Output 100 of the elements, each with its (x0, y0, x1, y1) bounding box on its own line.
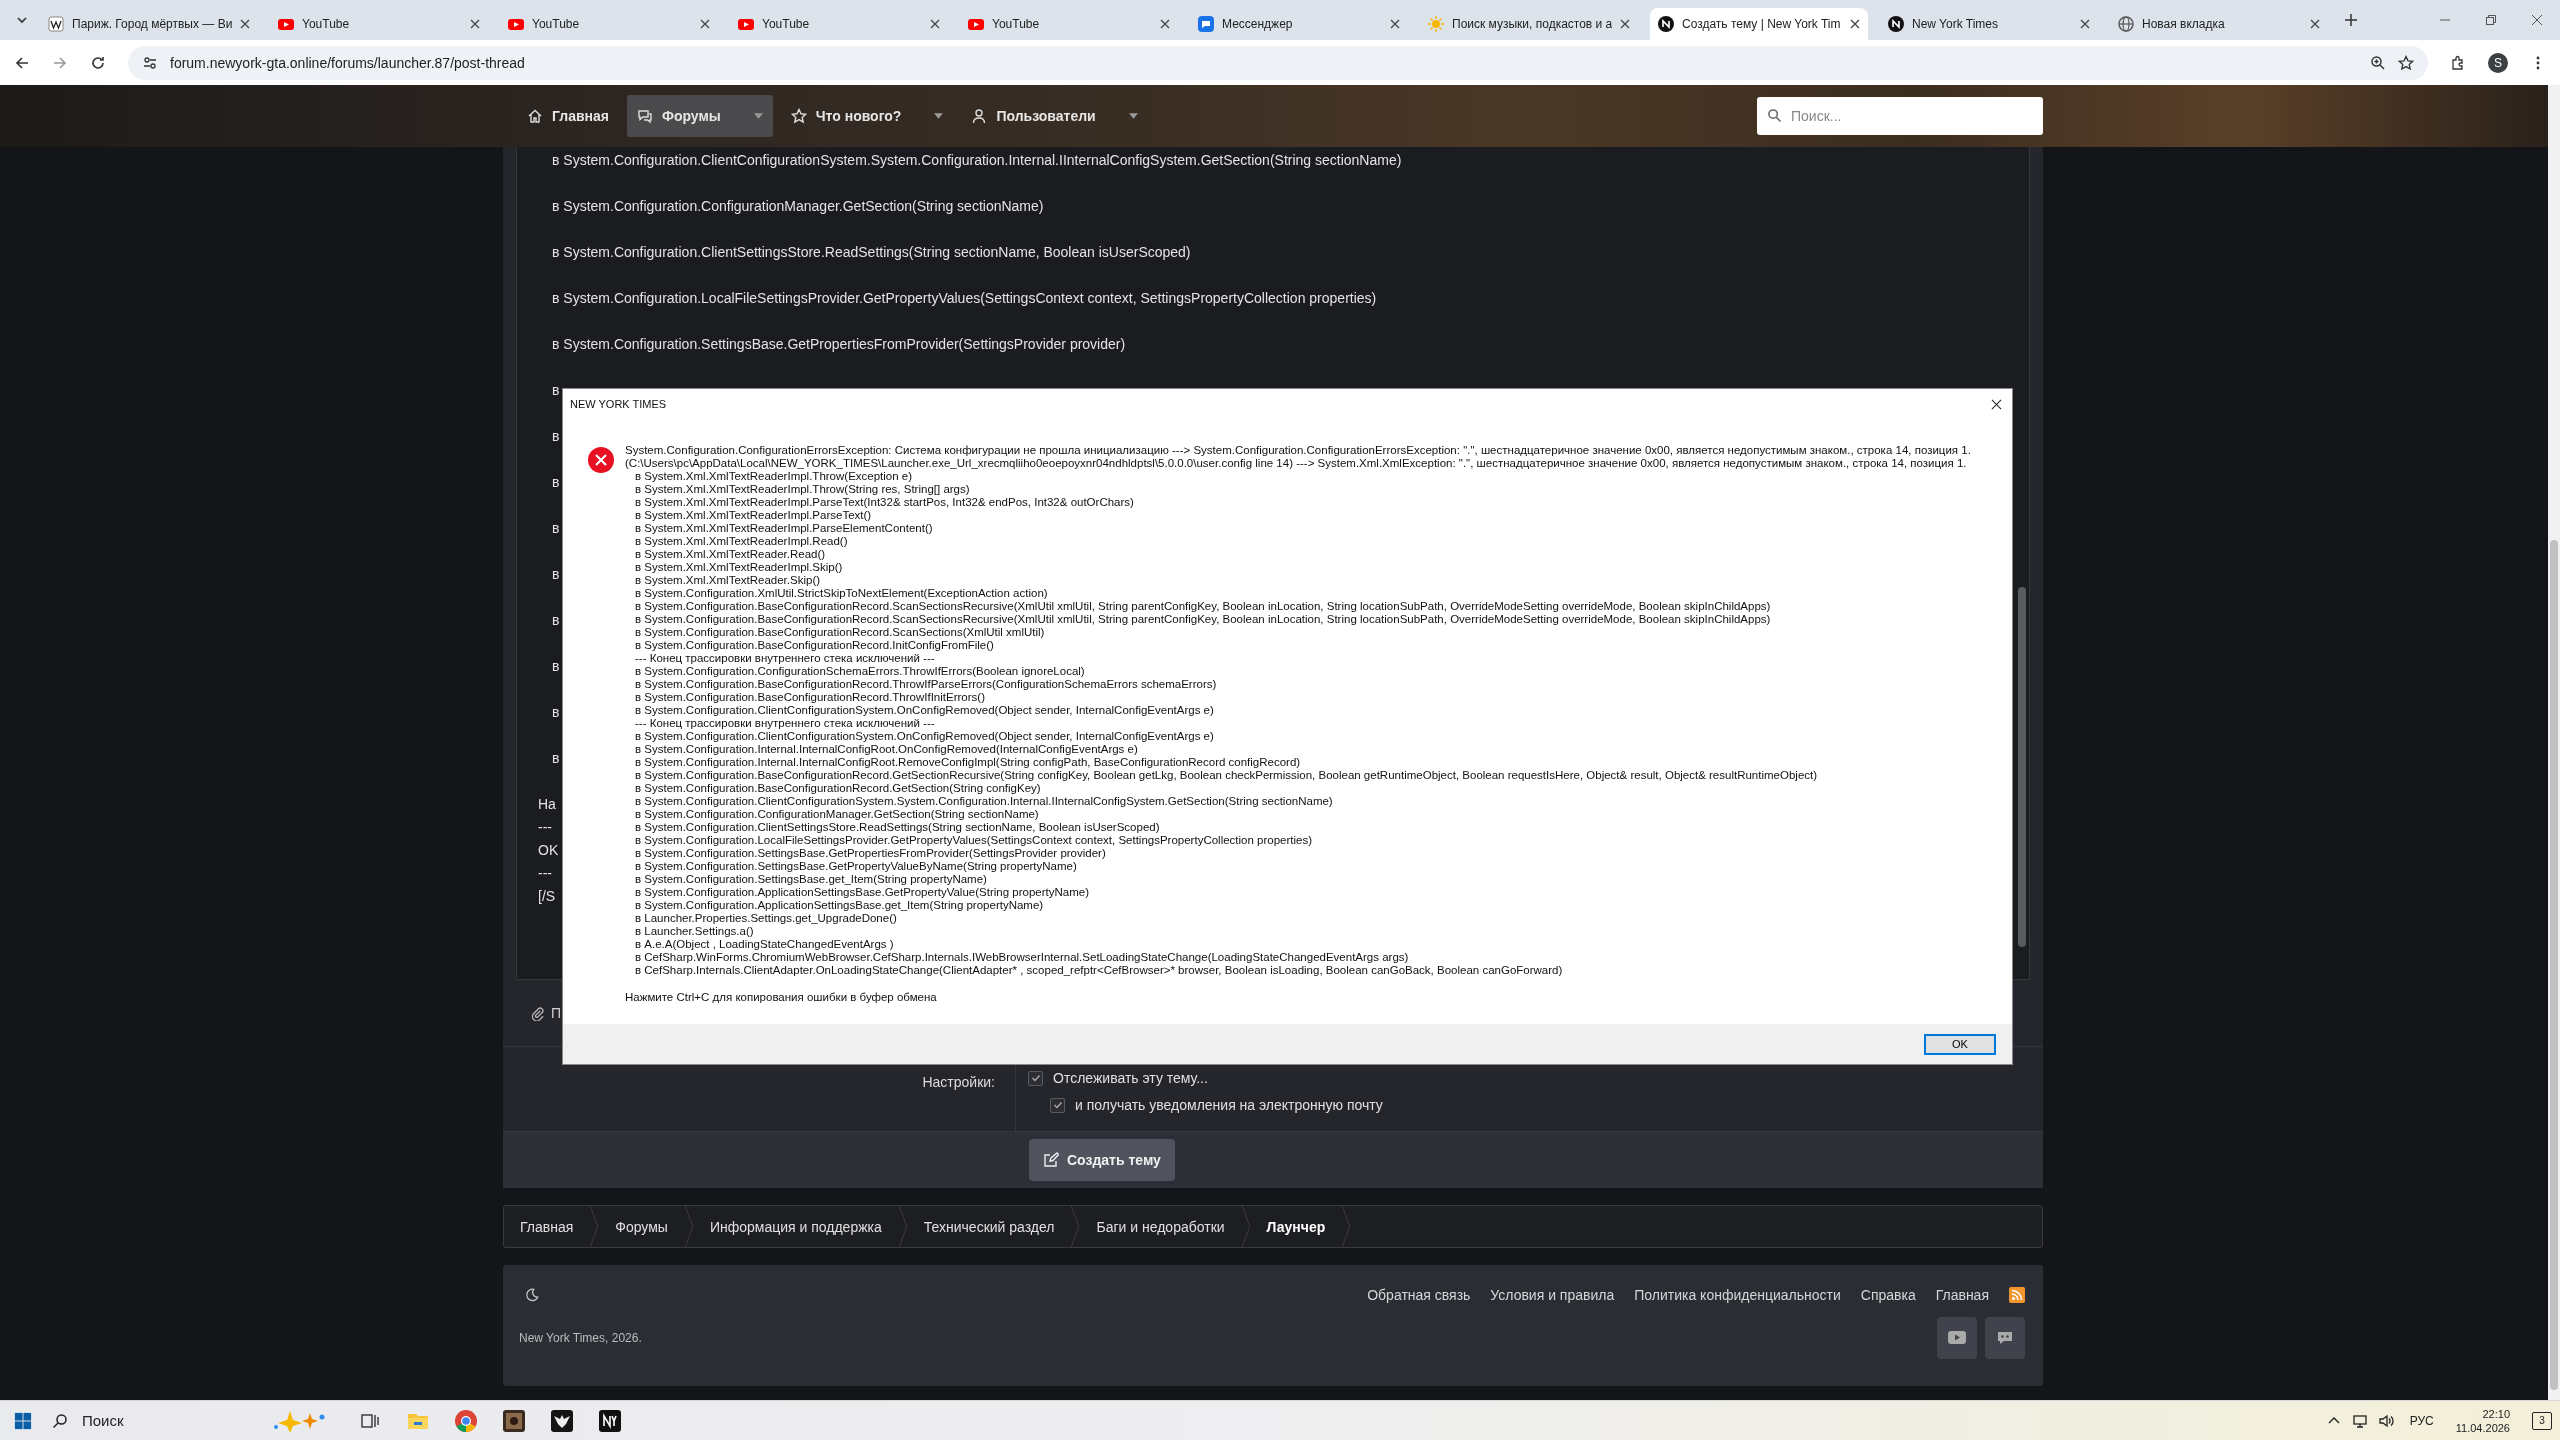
new-tab-icon[interactable] (2344, 13, 2358, 27)
user-icon (971, 108, 988, 124)
clock[interactable]: 22:10 11.04.2026 (2455, 1406, 2510, 1435)
breadcrumb-link[interactable]: Лаунчер (1250, 1218, 1342, 1235)
language-indicator[interactable]: РУС (2409, 1413, 2434, 1428)
close-icon[interactable] (2531, 14, 2543, 26)
settings-label: Настройки: (922, 1074, 995, 1090)
browser-tab[interactable]: YouTube (270, 8, 488, 40)
close-icon[interactable] (1160, 19, 1170, 29)
stack-trace-line: в System.Configuration.BaseConfigurationRecord.GetSectionRecursive(String configKey, Boolean getLkg, Boolean checkPermission, Boolean getRuntimeObject, Boolean requestIsHere, Object& result, Object& resultRuntimeObject) (634, 769, 1819, 782)
browser-tab[interactable]: YouTube (960, 8, 1178, 40)
checkbox[interactable] (1028, 1070, 1043, 1086)
start-icon[interactable] (14, 1411, 32, 1430)
search-field[interactable]: Поиск (80, 1411, 244, 1430)
stack-trace-line: в System.Configuration.BaseConfigurationRecord.ScanSectionsRecursive(XmlUtil xmlUtil, String parentConfigKey, Boolean inLocation, String locationSubPath, OverrideModeSetting overrideMode, Boolean skipInChildApps) (634, 613, 1772, 626)
clock-time: 22:10 (2482, 1406, 2510, 1421)
stack-trace-line: в System.Configuration.ClientConfigurationSystem.System.Configuration.Internal.IInternalConfigSystem.GetSection(String sectionName) (634, 795, 1334, 808)
close-icon[interactable] (1620, 19, 1630, 29)
browser-tab[interactable]: New York Times (1880, 8, 2098, 40)
text-line: в System.Configuration.ConfigurationManager.GetSection(String sectionName) (552, 197, 1044, 216)
play-icon (1948, 1331, 1966, 1345)
close-icon[interactable] (1390, 19, 1400, 29)
volume-icon[interactable] (2377, 1412, 2394, 1429)
forward-icon[interactable] (52, 54, 68, 71)
address-field[interactable]: forum.newyork-gta.online/forums/launcher.87/post-thread (128, 45, 2428, 80)
restore-icon[interactable] (2485, 14, 2497, 26)
stack-trace-line: в System.Configuration.LocalFileSettingsProvider.GetPropertyValues(SettingsContext context, SettingsPropertyCollection properties) (634, 834, 1314, 847)
site-settings-icon[interactable] (142, 54, 158, 71)
stack-trace-line: в System.Xml.XmlTextReaderImpl.Read() (634, 535, 849, 548)
text-line: в (552, 703, 560, 722)
profile-avatar[interactable]: S (2488, 52, 2508, 73)
notifications-button[interactable]: 3 (2532, 1411, 2552, 1430)
close-icon[interactable] (470, 19, 480, 29)
breadcrumb-link[interactable]: Форумы (599, 1218, 684, 1235)
footer-link[interactable]: Условия и правила (1490, 1287, 1615, 1303)
stack-trace-line: в System.Configuration.ClientConfigurationSystem.OnConfigRemoved(Object sender, InternalConfigEventArgs e) (634, 704, 1215, 717)
bird-icon[interactable] (550, 1408, 574, 1433)
reload-icon[interactable] (90, 54, 106, 71)
scrollbar[interactable] (2548, 85, 2560, 1400)
chat-icon (636, 108, 653, 124)
text-line: --- (538, 818, 552, 837)
footer-link[interactable]: Главная (1935, 1287, 1989, 1303)
browser-tab[interactable]: Париж. Город мёртвых — Ви (40, 8, 258, 40)
breadcrumb-link[interactable]: Баги и недоработки (1080, 1218, 1241, 1235)
close-icon[interactable] (2080, 19, 2090, 29)
close-icon[interactable] (1850, 19, 1860, 29)
chat-button[interactable] (1985, 1317, 2025, 1359)
ok-button[interactable]: OK (1924, 1033, 1996, 1055)
bookmark-star-icon[interactable] (2398, 54, 2414, 71)
footer-link[interactable]: Обратная связь (1367, 1287, 1471, 1303)
nav-tab[interactable]: Пользователи (961, 95, 1148, 137)
breadcrumb-link[interactable]: Технический раздел (907, 1218, 1071, 1235)
stack-trace-line: --- Конец трассировки внутреннего стека исключений --- (634, 652, 936, 665)
create-thread-button[interactable]: Создать тему (1029, 1139, 1175, 1181)
youtube-button[interactable] (1937, 1317, 1977, 1359)
close-icon[interactable] (700, 19, 710, 29)
extensions-icon[interactable] (2450, 54, 2466, 71)
checkbox[interactable] (1050, 1097, 1065, 1113)
browser-icon[interactable] (454, 1408, 478, 1433)
browser-tab[interactable]: YouTube (500, 8, 718, 40)
site-logo-icon (1658, 16, 1674, 32)
browser-tab[interactable]: Создать тему | New York Tim (1650, 8, 1868, 40)
rss-icon[interactable] (2009, 1287, 2025, 1303)
play-icon (508, 16, 524, 32)
breadcrumb-link[interactable]: Главная (504, 1218, 590, 1235)
nav-tab[interactable]: Что нового? (780, 95, 954, 137)
close-icon[interactable] (930, 19, 940, 29)
chevron-down-icon (16, 14, 28, 26)
app-icon[interactable] (598, 1408, 622, 1433)
browser-tab[interactable]: Мессенджер (1190, 8, 1408, 40)
footer-link[interactable]: Справка (1860, 1287, 1916, 1303)
caret-icon[interactable] (753, 113, 763, 119)
checkbox-label: Отслеживать эту тему... (1053, 1070, 1208, 1086)
moon-icon[interactable] (525, 1288, 539, 1302)
stack-trace-line: в System.Xml.XmlTextReaderImpl.ParseElementContent() (634, 522, 934, 535)
close-icon[interactable] (240, 19, 250, 29)
search-field[interactable]: Поиск... (1757, 97, 2043, 135)
nav-tab[interactable]: Главная (517, 95, 619, 137)
close-icon[interactable] (1991, 398, 2002, 410)
browser-tab[interactable]: Поиск музыки, подкастов и а (1420, 8, 1638, 40)
app-icon[interactable] (502, 1408, 526, 1433)
play-icon (278, 16, 294, 32)
caret-icon[interactable] (1128, 113, 1138, 119)
text-line: в (552, 657, 560, 676)
clock-date: 11.04.2026 (2455, 1420, 2510, 1435)
attach-link[interactable]: П (551, 1005, 562, 1021)
footer-link[interactable]: Политика конфиденциальности (1634, 1287, 1841, 1303)
browser-tab[interactable]: Новая вкладка (2110, 8, 2328, 40)
breadcrumb-link[interactable]: Информация и поддержка (693, 1218, 898, 1235)
close-icon[interactable] (2310, 19, 2320, 29)
stack-trace-line: в System.Xml.XmlTextReaderImpl.ParseText(Int32& startPos, Int32& endPos, Int32& outOrChars) (634, 496, 1135, 509)
zoom-icon[interactable] (2370, 54, 2386, 71)
network-icon[interactable] (2351, 1412, 2368, 1429)
hint-text: Нажмите Ctrl+C для копирования ошибки в буфер обмена (625, 991, 938, 1003)
checkmark-icon (1030, 1073, 1041, 1083)
back-icon[interactable] (14, 54, 30, 71)
nav-tab[interactable]: Форумы (626, 95, 773, 137)
browser-tab[interactable]: YouTube (730, 8, 948, 40)
stack-trace-line: в System.Configuration.BaseConfigurationRecord.GetSection(String configKey) (634, 782, 1042, 795)
caret-icon[interactable] (934, 113, 944, 119)
